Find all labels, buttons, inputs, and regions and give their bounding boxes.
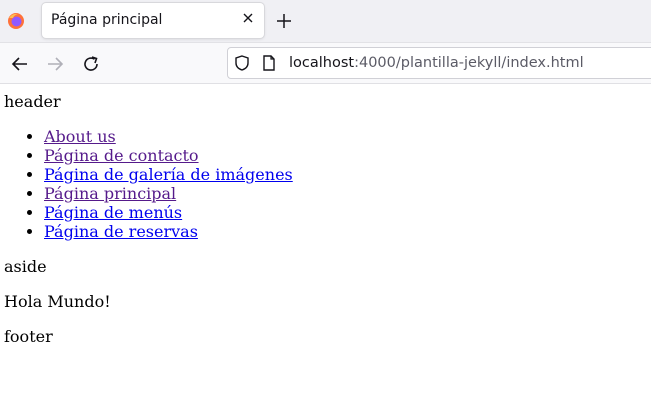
nav-link-menus[interactable]: Página de menús <box>44 203 182 222</box>
new-tab-plus-icon[interactable] <box>276 13 292 29</box>
url-path: :4000/plantilla-jekyll/index.html <box>354 55 584 71</box>
main-greeting: Hola Mundo! <box>4 292 111 311</box>
nav-list-item: Página principal <box>44 184 647 203</box>
page-content: header About us Página de contacto Págin… <box>0 84 651 346</box>
nav-link-principal[interactable]: Página principal <box>44 184 176 203</box>
address-bar[interactable]: localhost:4000/plantilla-jekyll/index.ht… <box>227 47 651 79</box>
nav-list-item: Página de galería de imágenes <box>44 165 647 184</box>
url-host: localhost <box>289 55 355 71</box>
nav-link-contacto[interactable]: Página de contacto <box>44 146 199 165</box>
back-arrow-icon[interactable] <box>11 55 29 73</box>
nav-list: About us Página de contacto Página de ga… <box>4 127 647 241</box>
tab-title: Página principal <box>51 12 163 28</box>
aside-text: aside <box>4 257 47 276</box>
navigation-toolbar: localhost:4000/plantilla-jekyll/index.ht… <box>0 43 651 84</box>
forward-arrow-icon[interactable] <box>46 55 64 73</box>
nav-list-item: Página de contacto <box>44 146 647 165</box>
nav-link-reservas[interactable]: Página de reservas <box>44 222 198 241</box>
nav-link-galeria[interactable]: Página de galería de imágenes <box>44 165 293 184</box>
firefox-logo-icon[interactable] <box>7 12 25 30</box>
url-text[interactable]: localhost:4000/plantilla-jekyll/index.ht… <box>289 55 584 71</box>
footer-text: footer <box>4 327 53 346</box>
nav-list-item: Página de reservas <box>44 222 647 241</box>
nav-list-item: About us <box>44 127 647 146</box>
header-text: header <box>4 92 61 111</box>
reload-icon[interactable] <box>82 55 100 73</box>
nav-link-about-us[interactable]: About us <box>44 127 116 146</box>
tab-pagina-principal[interactable]: Página principal <box>42 3 264 38</box>
close-tab-icon[interactable] <box>242 12 254 24</box>
tracking-protection-shield-icon[interactable] <box>234 55 250 71</box>
page-info-icon[interactable] <box>262 55 276 71</box>
nav-list-item: Página de menús <box>44 203 647 222</box>
browser-tab-bar: Página principal <box>0 0 651 43</box>
